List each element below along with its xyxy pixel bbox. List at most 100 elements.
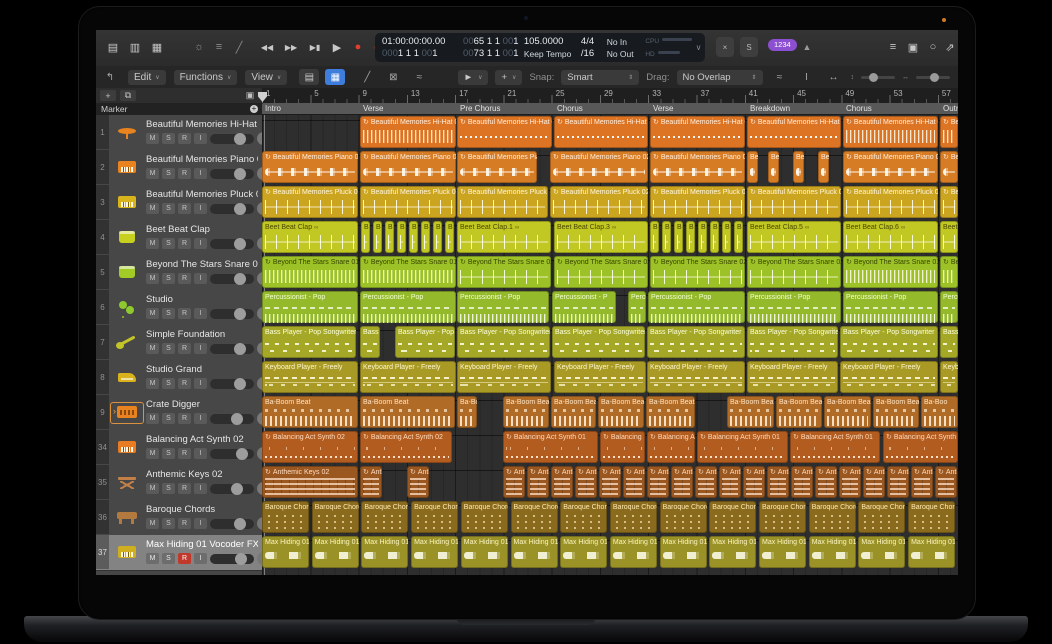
solo-button[interactable]: S <box>162 308 175 319</box>
record-enable-button[interactable]: R <box>178 483 191 494</box>
region[interactable]: Baroque Chords <box>908 501 955 533</box>
input-monitor-button[interactable]: I <box>194 238 207 249</box>
region[interactable]: B <box>698 221 707 253</box>
region[interactable]: ↻Beautiful Memories Hi-Hat 03.3 <box>940 116 958 148</box>
mute-button[interactable]: M <box>146 343 159 354</box>
mute-button[interactable]: M <box>146 308 159 319</box>
region[interactable]: Bass Player - Pop Songwriter <box>262 326 356 358</box>
region[interactable]: Keyboard Player - Freely <box>457 361 551 393</box>
region[interactable]: Beet Beat Clap.6∞ <box>843 221 938 253</box>
solo-button[interactable]: S <box>162 343 175 354</box>
region[interactable]: ↻Beautiful Memories Piano 02.2 <box>650 151 745 183</box>
arrangement-marker[interactable]: Verse <box>650 103 749 114</box>
volume-slider[interactable] <box>210 274 254 284</box>
region[interactable]: B <box>421 221 430 253</box>
region[interactable]: ↻Anthe <box>911 466 933 498</box>
region[interactable]: Ba-Boom Beat <box>873 396 919 428</box>
region[interactable]: ↻Anthe <box>935 466 957 498</box>
region[interactable]: Keyboard Player - Freely <box>840 361 938 393</box>
region[interactable]: Ba-Boo <box>457 396 477 428</box>
region[interactable]: ↻Balancing Act Synth 02 <box>360 431 452 463</box>
track-header[interactable]: 4Beet Beat ClapMSRI <box>96 220 262 256</box>
region[interactable]: B <box>397 221 406 253</box>
track-header[interactable]: 1Beautiful Memories Hi-Hat 01MSRI <box>96 115 262 151</box>
play-button[interactable]: ▶ <box>326 37 348 57</box>
region[interactable]: Percussionist - Pop <box>360 291 456 323</box>
mute-button[interactable]: M <box>146 168 159 179</box>
region[interactable]: Percussionist - Pop <box>648 291 745 323</box>
region[interactable]: B <box>650 221 659 253</box>
region[interactable]: Bass Player - Pop Songwriter <box>840 326 938 358</box>
region[interactable]: Max Hiding 01 V <box>610 536 657 568</box>
vertical-zoom-icon[interactable]: I <box>797 69 817 85</box>
region[interactable]: ↻Beyond The Stars Snare 01∞ <box>262 256 358 288</box>
track-header[interactable]: 9›Crate DiggerMSRI <box>96 395 262 431</box>
region[interactable]: B <box>662 221 671 253</box>
region[interactable]: Bass Player - Pop Songwriter <box>457 326 550 358</box>
region[interactable]: Max Hiding 01 V <box>511 536 558 568</box>
region[interactable]: ↻Anthe <box>407 466 429 498</box>
region[interactable]: ↻Anthemic Keys 02 <box>262 466 358 498</box>
record-enable-button[interactable]: R <box>178 273 191 284</box>
solo-button[interactable]: S <box>162 483 175 494</box>
region[interactable]: Keyboard Player - Freely <box>554 361 646 393</box>
volume-slider[interactable] <box>210 169 254 179</box>
region[interactable]: ↻Beyond The Stars Snare 02.1 <box>554 256 648 288</box>
region[interactable]: Keyboard Player - Freely <box>262 361 358 393</box>
region[interactable]: Percuss <box>940 291 958 323</box>
region[interactable]: ↻Anthe <box>503 466 525 498</box>
region[interactable]: Baroque Chords <box>511 501 558 533</box>
region[interactable]: Beet Beat Clap.8∞ <box>940 221 958 253</box>
mute-button[interactable]: M <box>146 413 159 424</box>
track-header[interactable]: 35Anthemic Keys 02MSRI <box>96 465 262 501</box>
region[interactable]: ↻Anthe <box>623 466 645 498</box>
browser-panel-icon[interactable]: ▦ <box>146 37 168 57</box>
region[interactable]: ↻Anthe <box>815 466 837 498</box>
track-header[interactable]: 3Beautiful Memories Pluck 01MSRI <box>96 185 262 221</box>
region[interactable]: B <box>385 221 394 253</box>
record-enable-button[interactable]: R <box>178 133 191 144</box>
track-header[interactable]: 8Studio GrandMSRI <box>96 360 262 396</box>
mute-button[interactable]: M <box>146 133 159 144</box>
region[interactable]: ↻Beautiful Memories Piano 01.2 <box>843 151 938 183</box>
region[interactable]: ↻Balancing Act Synth 01 <box>503 431 598 463</box>
region[interactable]: Keyboard Player - Freely <box>747 361 838 393</box>
region[interactable]: B <box>373 221 382 253</box>
editors-icon[interactable]: ╱ <box>228 37 250 57</box>
fast-forward-button[interactable]: ▶▶ <box>280 37 302 57</box>
region[interactable]: ↻Beautiful Memories Pluck 02.2 <box>650 186 745 218</box>
add-marker-button[interactable]: + <box>250 105 258 113</box>
record-button[interactable]: ● <box>347 37 369 57</box>
mute-button[interactable]: M <box>146 238 159 249</box>
region[interactable]: Baroque Chords <box>858 501 905 533</box>
volume-slider[interactable] <box>210 519 254 529</box>
input-monitor-button[interactable]: I <box>194 168 207 179</box>
region[interactable]: Max Hiding 01 V <box>262 536 309 568</box>
volume-slider[interactable] <box>210 134 254 144</box>
volume-slider[interactable] <box>210 484 254 494</box>
duplicate-track-button[interactable]: ⧉ <box>120 90 136 101</box>
input-monitor-button[interactable]: I <box>194 413 207 424</box>
mute-button[interactable]: M <box>146 483 159 494</box>
count-in-badge[interactable]: 1234 <box>768 39 797 51</box>
inspector-panel-icon[interactable]: ▥ <box>124 37 146 57</box>
marquee-icon[interactable]: ⊠ <box>383 69 403 85</box>
region[interactable]: Max Hiding 01 V <box>660 536 707 568</box>
automation-icon[interactable]: ╱ <box>357 69 377 85</box>
region[interactable]: Ba-Boom Beat <box>727 396 774 428</box>
cell-edit-icon[interactable]: ▦ <box>325 69 345 85</box>
region[interactable]: Ba-Boom Beat <box>503 396 549 428</box>
region[interactable]: ↻Anthe <box>671 466 693 498</box>
region[interactable]: Ba-Boom Beat <box>598 396 644 428</box>
region[interactable]: Baroque Chords <box>759 501 806 533</box>
region[interactable]: ↻Beautiful Memories Hi-Hat 03.1 <box>360 116 456 148</box>
region[interactable]: ↻Beautiful Memories Piano 01.1 <box>360 151 456 183</box>
region[interactable]: ↻Beautiful Memories Piano 01.3 <box>940 151 958 183</box>
track-header[interactable]: 2Beautiful Memories Piano 01MSRI <box>96 150 262 186</box>
region[interactable]: Keyboard Player - Freely <box>647 361 745 393</box>
smart-controls-icon[interactable]: ≡ <box>208 37 230 57</box>
solo-button[interactable]: S <box>162 238 175 249</box>
lcd-chevron-icon[interactable]: ∨ <box>692 33 705 62</box>
mute-button[interactable]: M <box>146 553 159 564</box>
input-monitor-button[interactable]: I <box>194 308 207 319</box>
